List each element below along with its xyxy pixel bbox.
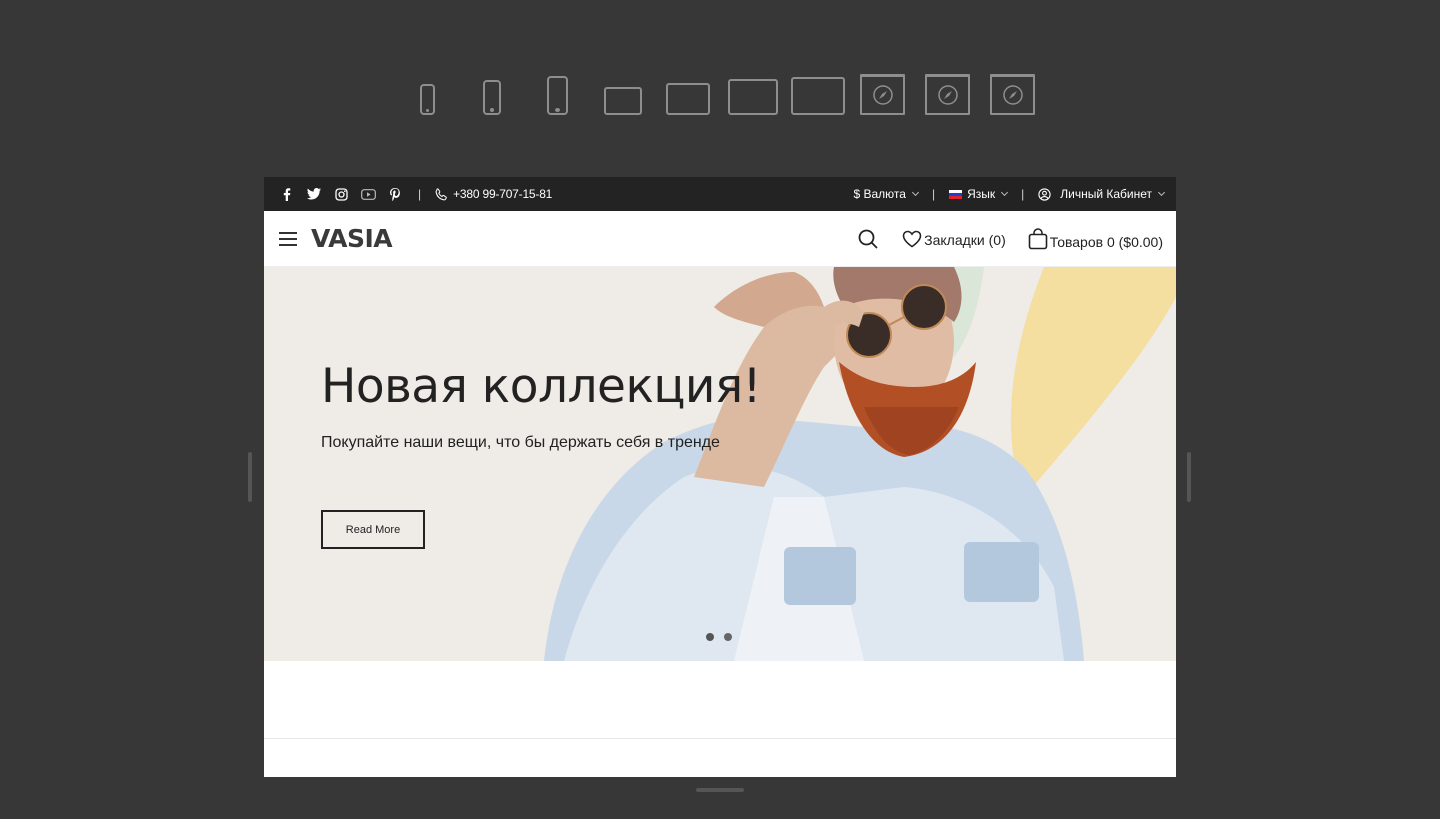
phone-medium-icon[interactable]: [483, 80, 501, 115]
tablet-small-icon[interactable]: [604, 87, 642, 115]
language-dropdown[interactable]: Язык: [949, 187, 1009, 201]
pinterest-icon[interactable]: [386, 185, 404, 203]
wishlist-link[interactable]: Закладки (0): [902, 230, 1006, 248]
slider-pagination: [706, 633, 732, 641]
browser-medium-icon[interactable]: [925, 74, 970, 115]
logo[interactable]: VASIA: [311, 224, 393, 253]
divider: |: [931, 187, 936, 201]
compass-icon: [937, 85, 958, 105]
shopping-bag-icon: [1028, 227, 1048, 249]
cart-label: Товаров 0 ($0.00): [1049, 233, 1163, 250]
slider-dot[interactable]: [706, 633, 714, 641]
hero-title: Новая коллекция!: [321, 359, 762, 414]
section-divider: [264, 738, 1176, 739]
divider: |: [1021, 187, 1025, 201]
browser-small-icon[interactable]: [860, 74, 905, 115]
currency-label: $ Валюта: [853, 187, 906, 201]
resize-handle-right[interactable]: [1187, 452, 1191, 502]
phone-small-icon[interactable]: [420, 84, 435, 115]
tablet-xlarge-icon[interactable]: [791, 77, 845, 115]
compass-icon: [1002, 85, 1023, 105]
youtube-icon[interactable]: [359, 185, 377, 203]
topbar: | +380 99-707-15-81 $ Валюта | Язык | Ли…: [264, 177, 1176, 211]
user-icon: [1038, 187, 1051, 201]
phone-number: +380 99-707-15-81: [453, 187, 553, 201]
account-dropdown[interactable]: Личный Кабинет: [1038, 187, 1166, 201]
phone-contact[interactable]: +380 99-707-15-81: [435, 187, 552, 201]
chevron-down-icon: [911, 188, 919, 197]
chevron-down-icon: [1157, 188, 1166, 197]
facebook-icon[interactable]: [278, 185, 296, 203]
wishlist-label: Закладки (0): [924, 231, 1006, 248]
hero-slider: Новая коллекция! Покупайте наши вещи, чт…: [264, 267, 1176, 661]
cart-link[interactable]: Товаров 0 ($0.00): [1028, 227, 1163, 250]
compass-icon: [872, 85, 893, 105]
chevron-down-icon: [1001, 188, 1009, 197]
search-icon[interactable]: [858, 229, 878, 249]
phone-icon: [435, 187, 447, 200]
account-label: Личный Кабинет: [1060, 187, 1152, 201]
language-label: Язык: [967, 187, 996, 201]
topbar-right: $ Валюта | Язык | Личный Кабинет: [853, 187, 1166, 201]
social-links: [278, 185, 404, 203]
divider: |: [418, 187, 422, 201]
site-header: VASIA Закладки (0) Товаров 0 ($0.00): [264, 211, 1176, 267]
phone-large-icon[interactable]: [547, 76, 568, 115]
resize-handle-bottom[interactable]: [696, 788, 744, 792]
currency-dropdown[interactable]: $ Валюта: [853, 187, 919, 201]
tablet-medium-icon[interactable]: [666, 83, 710, 115]
instagram-icon[interactable]: [332, 185, 350, 203]
tablet-large-icon[interactable]: [728, 79, 778, 115]
heart-icon: [902, 230, 922, 247]
hero-subtitle: Покупайте наши вещи, что бы держать себя…: [321, 434, 720, 451]
site-preview: | +380 99-707-15-81 $ Валюта | Язык | Ли…: [264, 177, 1176, 777]
hero-image: [544, 267, 1176, 661]
header-actions: Закладки (0) Товаров 0 ($0.00): [858, 227, 1163, 250]
slider-dot[interactable]: [724, 633, 732, 641]
menu-icon[interactable]: [279, 231, 297, 246]
flag-ru-icon: [949, 189, 963, 199]
resize-handle-left[interactable]: [248, 452, 252, 502]
device-switcher: [0, 74, 1440, 118]
read-more-button[interactable]: Read More: [321, 510, 425, 549]
browser-large-icon[interactable]: [990, 74, 1035, 115]
twitter-icon[interactable]: [305, 185, 323, 203]
